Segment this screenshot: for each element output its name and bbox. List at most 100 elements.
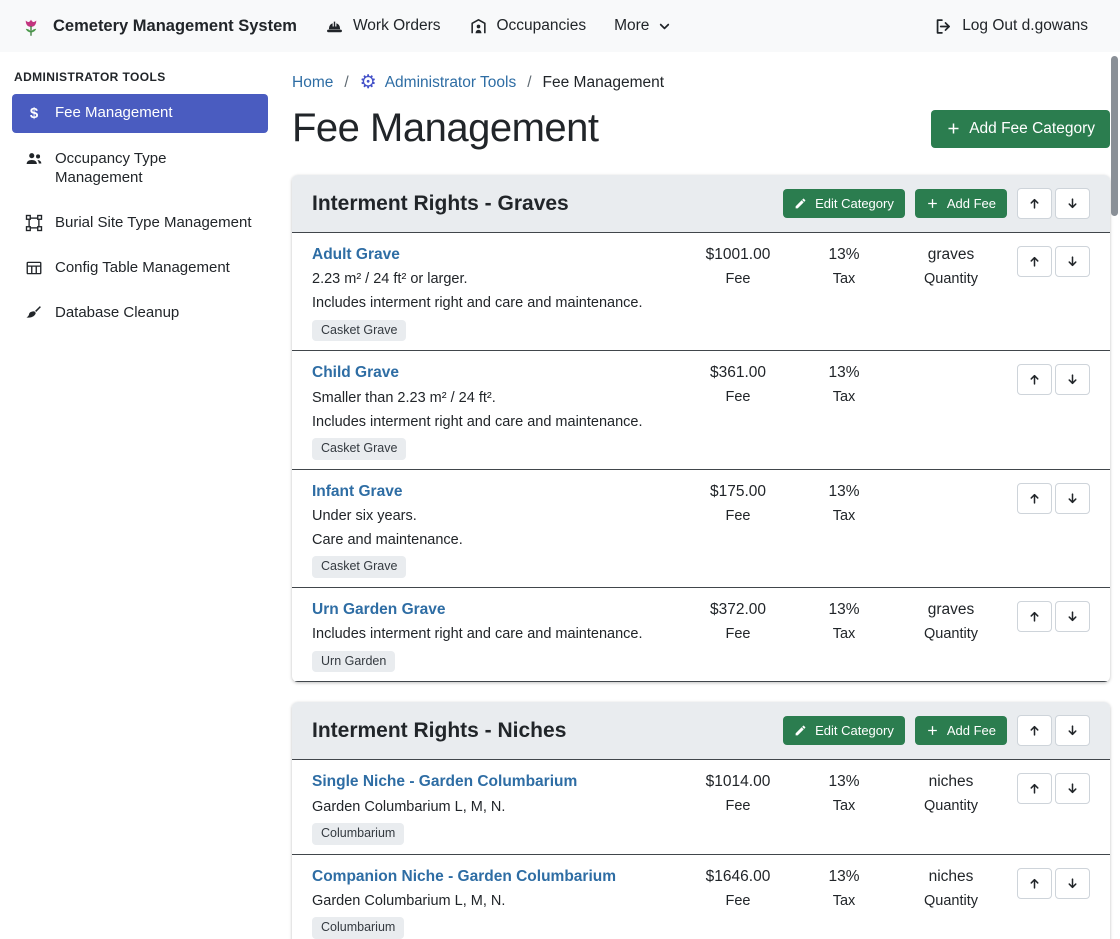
- fee-reorder-controls: [1017, 482, 1090, 514]
- fee-amount-label: Fee: [683, 508, 793, 524]
- fee-tax-label: Tax: [793, 271, 895, 287]
- add-fee-button[interactable]: Add Fee: [915, 189, 1007, 218]
- fee-move-down-button[interactable]: [1055, 483, 1090, 514]
- fee-tax-value: 13%: [793, 601, 895, 619]
- category-move-up-button[interactable]: [1017, 188, 1052, 219]
- fee-name-link[interactable]: Adult Grave: [312, 245, 400, 264]
- fee-quantity-value: niches: [895, 773, 1007, 791]
- fee-row: Urn Garden Grave Includes interment righ…: [292, 588, 1110, 682]
- breadcrumb-admin-tools-link[interactable]: ⚙ Administrator Tools: [360, 73, 517, 92]
- fee-amount-value: $1646.00: [683, 868, 793, 886]
- fee-move-up-button[interactable]: [1017, 868, 1052, 899]
- fee-move-up-button[interactable]: [1017, 773, 1052, 804]
- fee-amount-cell: $361.00 Fee: [683, 363, 793, 405]
- fee-category-title: Interment Rights - Niches: [312, 719, 566, 743]
- sidebar-item-burial-site-type-management[interactable]: Burial Site Type Management: [12, 204, 268, 242]
- edit-category-label: Edit Category: [815, 196, 894, 211]
- fee-move-down-button[interactable]: [1055, 364, 1090, 395]
- pencil-icon: [794, 197, 807, 210]
- arrow-down-icon: [1066, 373, 1079, 386]
- sidebar-item-fee-management[interactable]: $ Fee Management: [12, 94, 268, 133]
- add-fee-label: Add Fee: [947, 196, 996, 211]
- fee-name-link[interactable]: Single Niche - Garden Columbarium: [312, 772, 577, 791]
- fee-quantity-label: Quantity: [895, 893, 1007, 909]
- fee-name-link[interactable]: Urn Garden Grave: [312, 600, 446, 619]
- fee-reorder-controls: [1017, 772, 1090, 804]
- fee-quantity-value: niches: [895, 868, 1007, 886]
- sidebar-item-database-cleanup[interactable]: Database Cleanup: [12, 294, 268, 332]
- fee-category-list: Interment Rights - Graves Edit Category …: [292, 175, 1110, 939]
- edit-category-label: Edit Category: [815, 723, 894, 738]
- breadcrumb-home-link[interactable]: Home: [292, 74, 333, 92]
- occupancy-icon: [469, 17, 488, 36]
- fee-type-tag: Casket Grave: [312, 320, 406, 342]
- fee-amount-cell: $175.00 Fee: [683, 482, 793, 524]
- fee-description: Includes interment right and care and ma…: [312, 295, 675, 312]
- arrow-down-icon: [1066, 782, 1079, 795]
- sidebar-nav: $ Fee Management Occupancy Type Manageme…: [0, 94, 280, 331]
- fee-tax-cell: 13% Tax: [793, 482, 895, 524]
- fee-quantity-cell: niches Quantity: [895, 867, 1007, 909]
- category-move-down-button[interactable]: [1055, 715, 1090, 746]
- fee-category-card: Interment Rights - Niches Edit Category …: [292, 702, 1110, 939]
- logout-link[interactable]: Log Out d.gowans: [920, 9, 1102, 44]
- sidebar-heading: ADMINISTRATOR TOOLS: [0, 60, 280, 94]
- logout-icon: [934, 17, 953, 36]
- sidebar-item-occupancy-type-management[interactable]: Occupancy Type Management: [12, 140, 268, 198]
- edit-category-button[interactable]: Edit Category: [783, 189, 905, 218]
- fee-category-card: Interment Rights - Graves Edit Category …: [292, 175, 1110, 682]
- gear-icon: ⚙: [360, 73, 377, 92]
- fee-move-down-button[interactable]: [1055, 246, 1090, 277]
- add-fee-label: Add Fee: [947, 723, 996, 738]
- fee-name-link[interactable]: Companion Niche - Garden Columbarium: [312, 867, 616, 886]
- fee-tax-label: Tax: [793, 626, 895, 642]
- chevron-down-icon: [658, 20, 671, 33]
- fee-move-up-button[interactable]: [1017, 246, 1052, 277]
- category-move-up-button[interactable]: [1017, 715, 1052, 746]
- fee-tax-value: 13%: [793, 483, 895, 501]
- vertical-scrollbar[interactable]: [1111, 56, 1118, 216]
- fee-details: Single Niche - Garden Columbarium Garden…: [312, 772, 683, 844]
- edit-category-button[interactable]: Edit Category: [783, 716, 905, 745]
- plus-icon: [926, 197, 939, 210]
- sidebar-item-config-table-management[interactable]: Config Table Management: [12, 249, 268, 287]
- category-move-down-button[interactable]: [1055, 188, 1090, 219]
- fee-description: Care and maintenance.: [312, 532, 675, 549]
- nav-occupancies[interactable]: Occupancies: [455, 9, 601, 44]
- breadcrumb-admin-tools-label: Administrator Tools: [385, 74, 517, 92]
- fee-move-down-button[interactable]: [1055, 773, 1090, 804]
- nav-label: Work Orders: [353, 17, 441, 35]
- nav-work-orders[interactable]: Work Orders: [311, 9, 455, 44]
- navbar: Cemetery Management System Work Orders O…: [0, 0, 1120, 52]
- fee-details: Urn Garden Grave Includes interment righ…: [312, 600, 683, 672]
- arrow-down-icon: [1066, 610, 1079, 623]
- sidebar: ADMINISTRATOR TOOLS $ Fee Management Occ…: [0, 52, 280, 939]
- category-reorder-controls: [1017, 715, 1090, 746]
- app-brand: Cemetery Management System: [18, 13, 297, 39]
- fee-move-up-button[interactable]: [1017, 364, 1052, 395]
- fee-move-up-button[interactable]: [1017, 601, 1052, 632]
- fee-tax-label: Tax: [793, 389, 895, 405]
- add-fee-category-button[interactable]: Add Fee Category: [931, 110, 1110, 148]
- app-title: Cemetery Management System: [53, 17, 297, 36]
- nav-more[interactable]: More: [600, 9, 685, 43]
- nav-label: Occupancies: [497, 17, 587, 35]
- fee-move-down-button[interactable]: [1055, 868, 1090, 899]
- breadcrumb-separator: /: [527, 74, 531, 92]
- fee-name-link[interactable]: Infant Grave: [312, 482, 402, 501]
- fee-description: Garden Columbarium L, M, N.: [312, 799, 675, 816]
- sidebar-item-label: Occupancy Type Management: [55, 149, 256, 189]
- users-icon: [24, 149, 44, 168]
- fee-tax-value: 13%: [793, 773, 895, 791]
- fee-name-link[interactable]: Child Grave: [312, 363, 399, 382]
- logout-label: Log Out d.gowans: [962, 17, 1088, 35]
- fee-amount-cell: $1014.00 Fee: [683, 772, 793, 814]
- page-header: Fee Management Add Fee Category: [292, 106, 1110, 151]
- add-fee-button[interactable]: Add Fee: [915, 716, 1007, 745]
- fee-move-down-button[interactable]: [1055, 601, 1090, 632]
- hard-hat-icon: [325, 17, 344, 36]
- fee-descriptions: Garden Columbarium L, M, N.: [312, 893, 675, 910]
- fee-tax-cell: 13% Tax: [793, 363, 895, 405]
- fee-move-up-button[interactable]: [1017, 483, 1052, 514]
- fee-amount-value: $1001.00: [683, 246, 793, 264]
